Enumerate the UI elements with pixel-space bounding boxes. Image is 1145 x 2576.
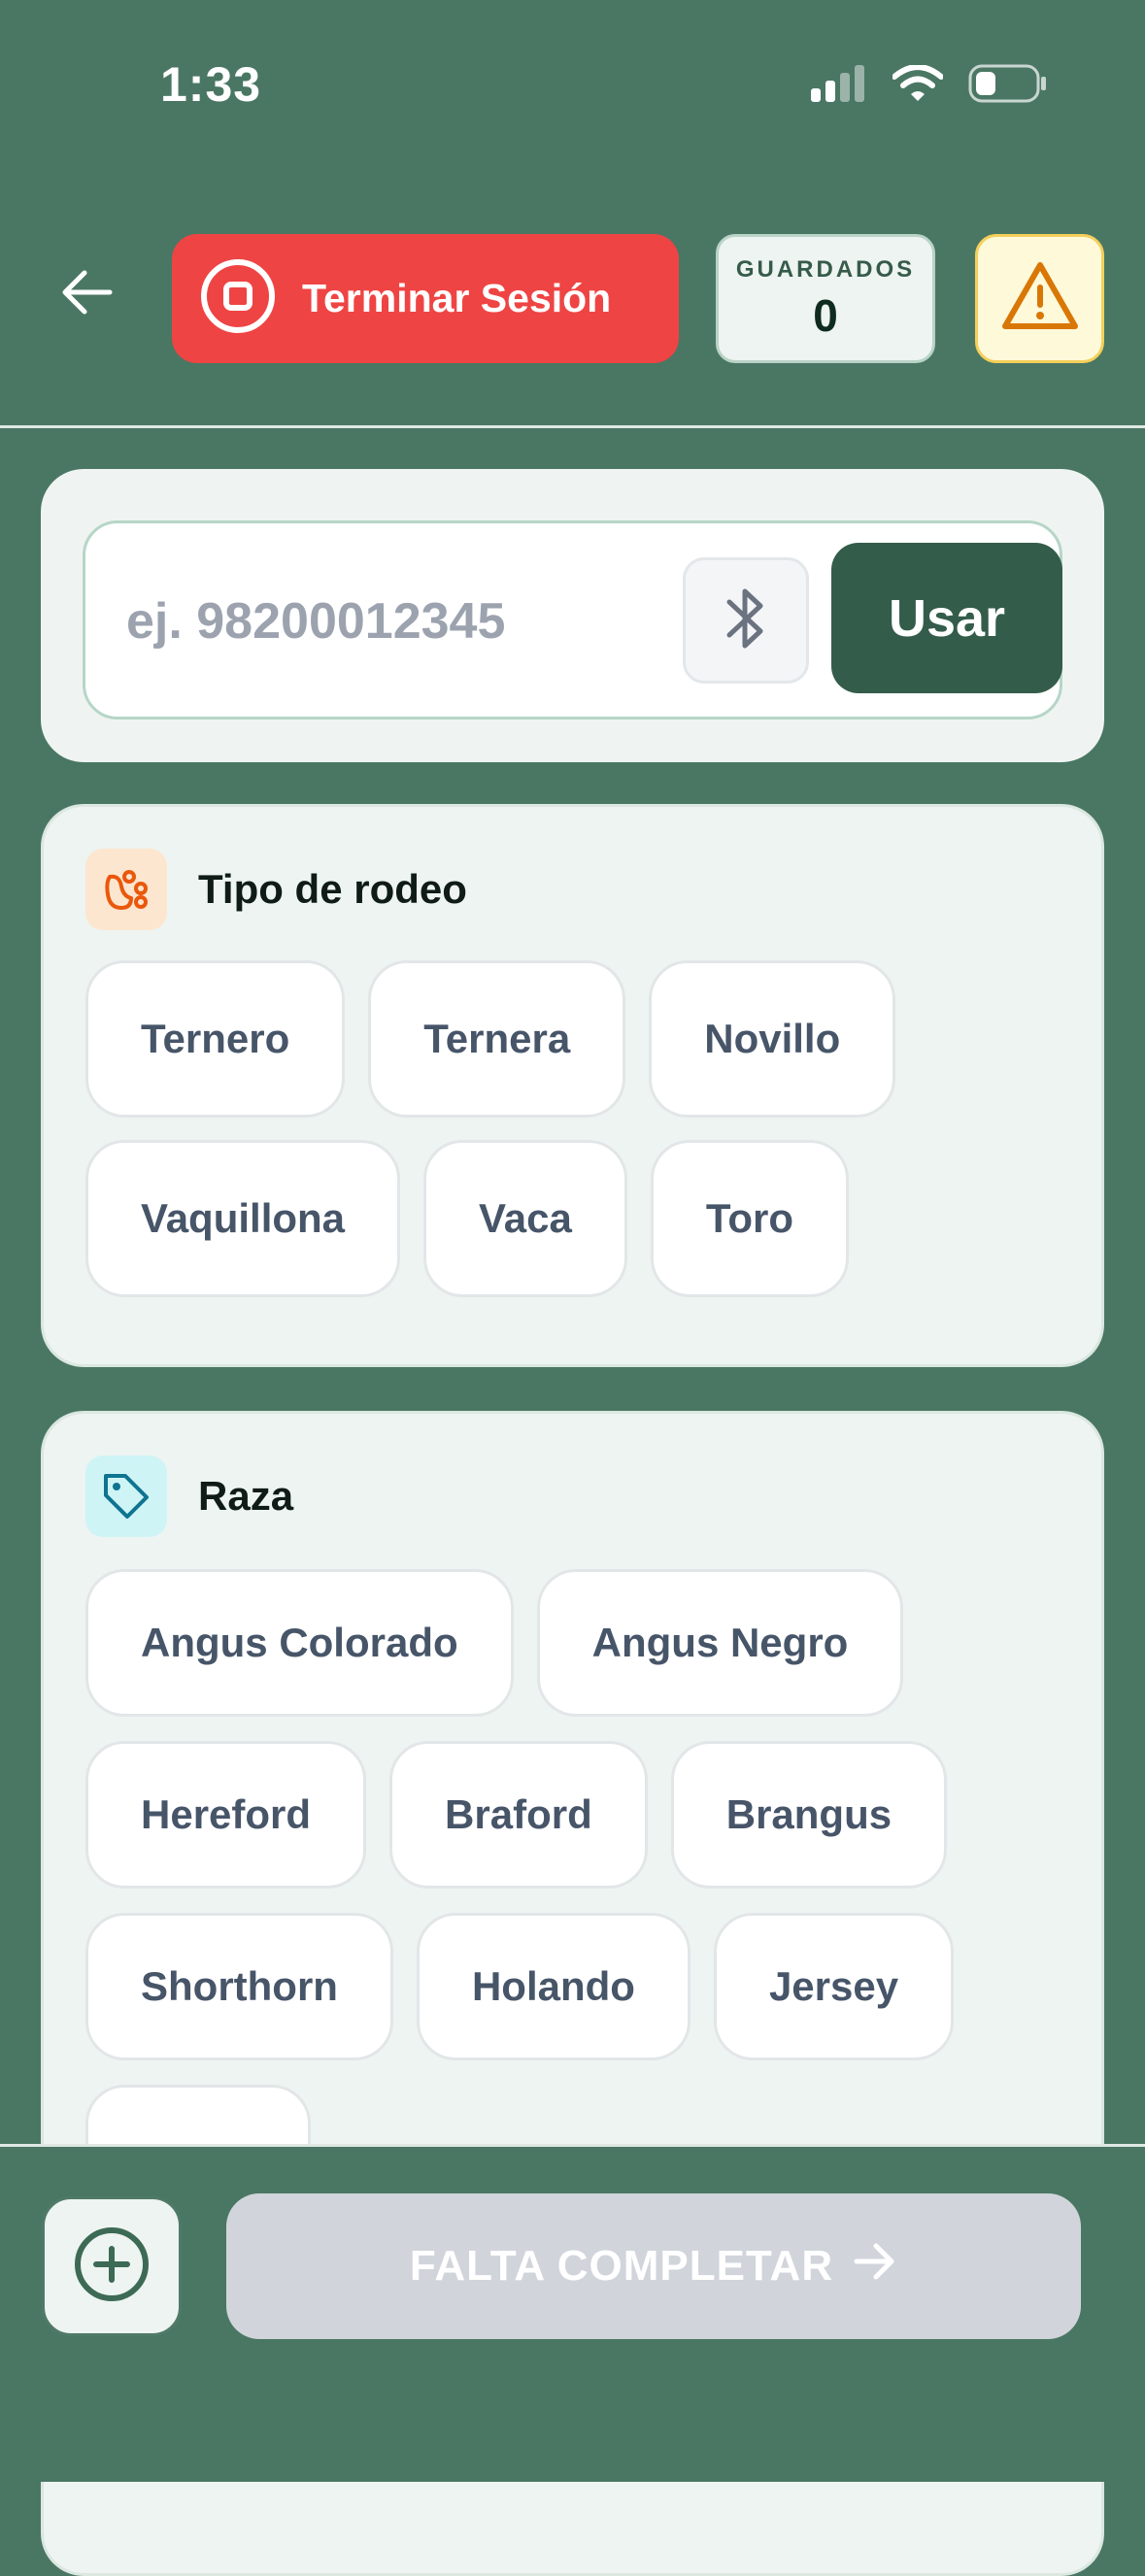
status-time: 1:33 — [160, 57, 262, 112]
cellular-signal-icon — [811, 65, 867, 107]
arrow-left-icon — [59, 269, 114, 320]
next-label: FALTA COMPLETAR — [409, 2242, 834, 2290]
end-session-button[interactable]: Terminar Sesión — [172, 234, 679, 363]
chip-holando[interactable]: Holando — [416, 1913, 690, 2060]
tipo-rodeo-options: Ternero Ternera Novillo Vaquillona Vaca … — [85, 960, 1057, 1297]
tipo-rodeo-header: Tipo de rodeo — [85, 849, 467, 930]
end-session-label: Terminar Sesión — [302, 276, 612, 320]
header-divider — [0, 425, 1145, 428]
bluetooth-icon — [724, 585, 768, 657]
chip-hereford[interactable]: Hereford — [85, 1741, 367, 1889]
tag-icon — [85, 1455, 167, 1537]
tipo-rodeo-title: Tipo de rodeo — [198, 866, 467, 912]
saved-caption: GUARDADOS — [735, 255, 916, 283]
chip-ternero[interactable]: Ternero — [85, 960, 346, 1118]
id-input[interactable] — [124, 572, 633, 671]
chip-jersey[interactable]: Jersey — [713, 1913, 955, 2060]
id-input-card: Usar — [41, 469, 1104, 762]
saved-counter: GUARDADOS 0 — [716, 234, 935, 363]
plus-circle-icon — [73, 2225, 151, 2308]
stop-circle-icon — [199, 257, 277, 340]
add-button[interactable] — [42, 2196, 182, 2336]
id-input-wrapper: Usar — [83, 520, 1062, 719]
arrow-right-icon — [853, 2242, 897, 2292]
chip-ternera[interactable]: Ternera — [368, 960, 626, 1118]
use-button[interactable]: Usar — [831, 543, 1062, 693]
status-icons — [811, 64, 1048, 108]
warning-button[interactable] — [975, 234, 1104, 363]
chip-vaquillona[interactable]: Vaquillona — [85, 1140, 401, 1297]
bottom-bar: FALTA COMPLETAR — [0, 2147, 1145, 2482]
raza-options: Angus Colorado Angus Negro Hereford Braf… — [85, 1569, 1057, 2232]
back-button[interactable] — [56, 264, 117, 324]
warning-triangle-icon — [1001, 260, 1079, 337]
chip-toro[interactable]: Toro — [650, 1140, 850, 1297]
chip-shorthorn[interactable]: Shorthorn — [85, 1913, 393, 2060]
chip-angus-negro[interactable]: Angus Negro — [536, 1569, 904, 1717]
raza-title: Raza — [198, 1473, 294, 1519]
chip-vaca[interactable]: Vaca — [423, 1140, 627, 1297]
raza-header: Raza — [85, 1455, 293, 1537]
paw-icon — [85, 849, 167, 930]
wifi-icon — [892, 64, 944, 107]
tipo-rodeo-card: Tipo de rodeo Ternero Ternera Novillo Va… — [41, 804, 1104, 1367]
battery-icon — [968, 64, 1048, 108]
chip-angus-colorado[interactable]: Angus Colorado — [85, 1569, 514, 1717]
chip-braford[interactable]: Braford — [389, 1741, 648, 1889]
chip-novillo[interactable]: Novillo — [649, 960, 896, 1118]
bluetooth-button[interactable] — [683, 557, 809, 684]
next-button[interactable]: FALTA COMPLETAR — [226, 2193, 1081, 2339]
saved-count: 0 — [813, 289, 838, 341]
chip-brangus[interactable]: Brangus — [670, 1741, 948, 1889]
